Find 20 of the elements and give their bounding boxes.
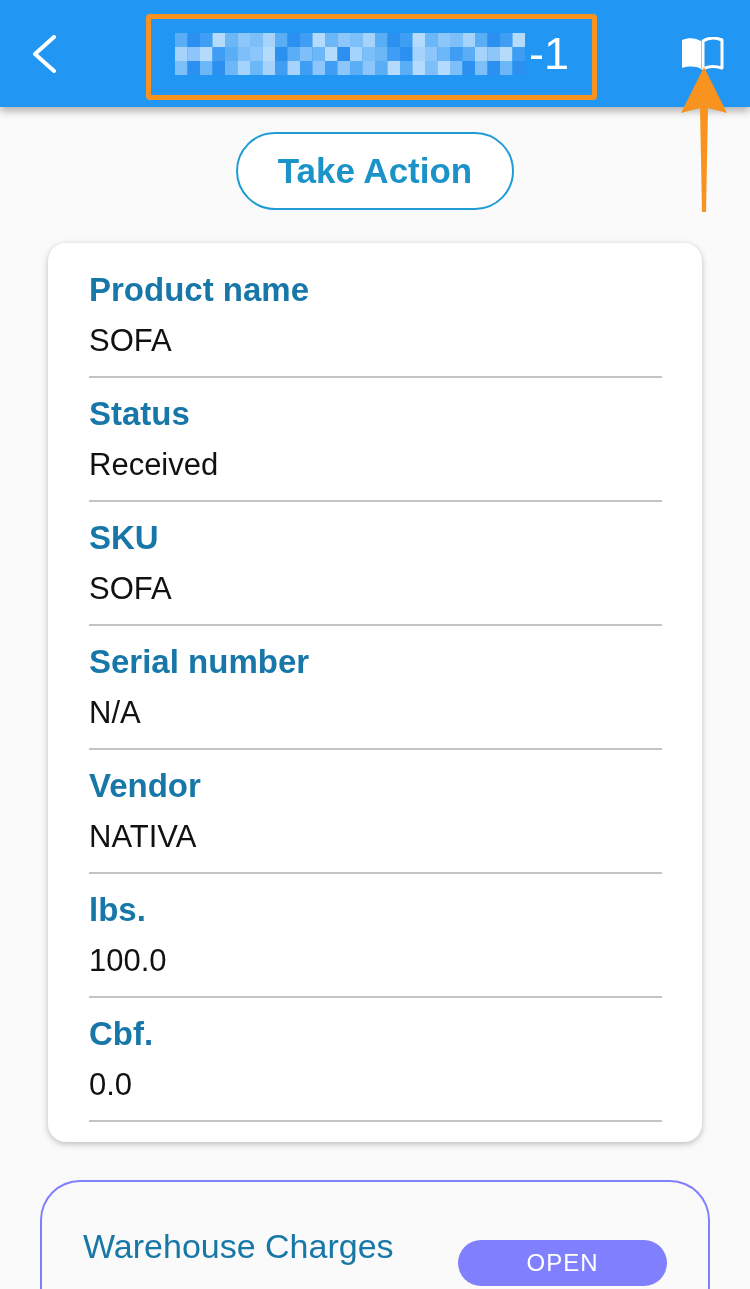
- field-value: NATIVA: [89, 819, 198, 855]
- field-label: lbs.: [89, 891, 147, 929]
- field-value: 100.0: [89, 943, 168, 979]
- open-button[interactable]: OPEN: [458, 1240, 667, 1286]
- field-value: SOFA: [89, 571, 173, 607]
- field-value: Received: [89, 447, 220, 483]
- field-label: Product name: [89, 271, 311, 309]
- header-title: -1: [529, 31, 569, 76]
- section-title: Warehouse Charges: [83, 1226, 394, 1266]
- book-icon[interactable]: [680, 37, 724, 70]
- field-value: 0.0: [89, 1067, 134, 1103]
- take-action-button[interactable]: Take Action: [236, 132, 514, 210]
- field-label: Cbf.: [89, 1015, 155, 1053]
- field-value: N/A: [89, 695, 142, 731]
- field-value: SOFA: [89, 323, 173, 359]
- field-label: SKU: [89, 519, 160, 557]
- field-label: Serial number: [89, 643, 311, 681]
- field-label: Status: [89, 395, 191, 433]
- back-icon[interactable]: [31, 34, 57, 73]
- field-label: Vendor: [89, 767, 202, 805]
